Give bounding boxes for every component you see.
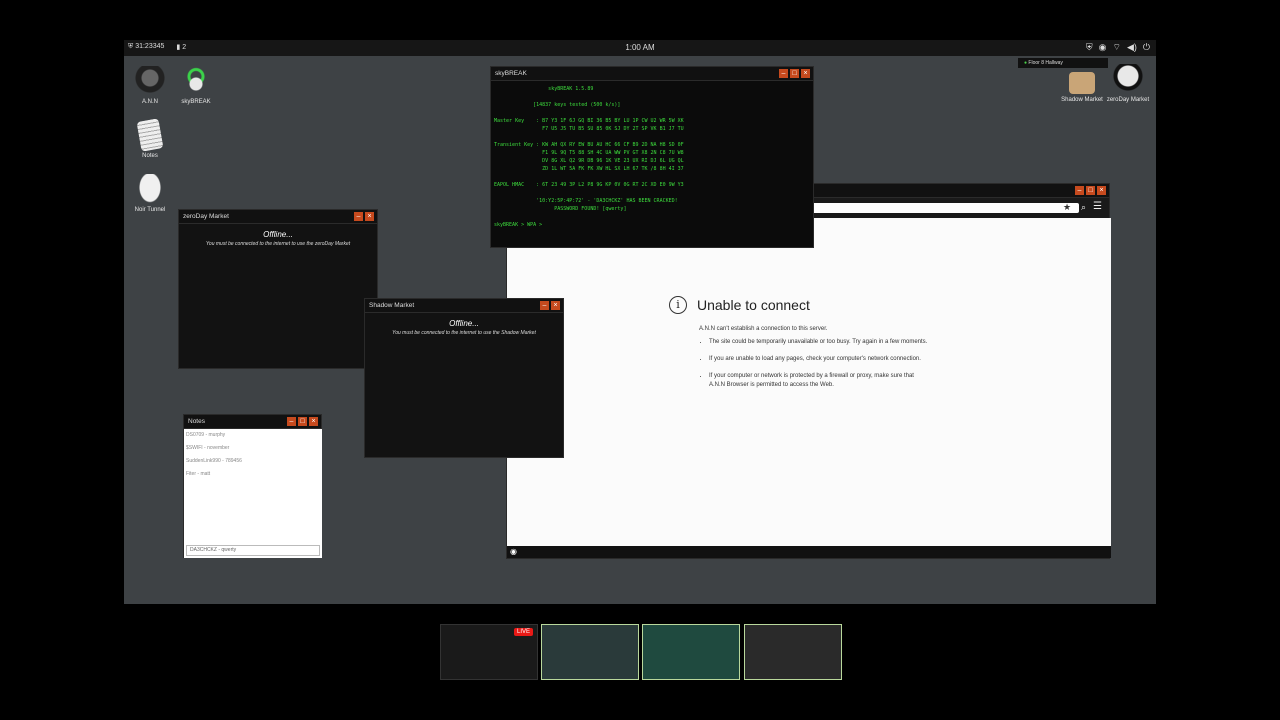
star-icon[interactable]: ★ [1063,202,1071,213]
skull-icon [1113,64,1143,94]
desktop-icon-skybreak[interactable]: skyBREAK [176,66,216,105]
volume-icon[interactable]: ◀) [1127,42,1137,53]
terminal-output[interactable]: skyBREAK 1.5.89 [14837 keys tested (500 … [491,81,813,233]
icon-label: A.N.N [141,99,158,105]
stream-thumb-webcam-2[interactable] [642,624,740,680]
window-title: skyBREAK [495,70,527,77]
icon-label: zeroDay Market [1106,97,1150,103]
stream-thumb-webcam-3[interactable] [744,624,842,680]
notepad-icon [136,118,164,152]
skybreak-window: skyBREAK – □ × skyBREAK 1.5.89 [14837 ke… [490,66,814,248]
icon-label: Noir Tunnel [134,207,166,213]
note-line: SuddenLink990 - 789456 [186,458,242,464]
hacker-icon [135,66,165,96]
game-screen: ⛨ 31:23345 ▮ 2 1:00 AM ⛨ ◉ ⌔ ◀) ⏻ ● Floo… [124,40,1156,604]
maximize-button[interactable]: □ [1086,186,1095,195]
window-title: Notes [188,418,205,425]
signal-icon[interactable]: ◉ [1099,42,1107,53]
stream-thumb-game[interactable]: LIVE [440,624,538,680]
desktop-icon-noir-tunnel[interactable]: Noir Tunnel [130,174,170,213]
minimize-button[interactable]: – [779,69,788,78]
notes-window: Notes – □ × DS0709 - murphy $SWIFI - nov… [183,414,322,558]
note-line: $SWIFI - november [186,445,230,451]
error-bullet: If you are unable to load any pages, che… [709,355,929,364]
icon-label: skyBREAK [181,99,211,105]
location-tag: ● Floor 8 Hallway [1018,58,1108,68]
offline-status: Offline... [263,230,293,239]
minimize-button[interactable]: – [1075,186,1084,195]
offline-message: You must be connected to the internet to… [392,330,536,336]
desktop-icon-shadow-market[interactable]: Shadow Market [1060,68,1104,103]
desktop-icon-ann[interactable]: A.N.N [130,66,170,105]
notes-body[interactable]: DS0709 - murphy $SWIFI - november Sudden… [184,429,322,558]
close-button[interactable]: × [801,69,810,78]
live-badge: LIVE [513,628,533,636]
mask-icon [138,174,162,204]
maximize-button[interactable]: □ [298,417,307,426]
clock: 1:00 AM [625,43,655,52]
close-button[interactable]: × [551,301,560,310]
note-line: Fiter - matt [186,471,211,477]
minimize-button[interactable]: – [287,417,296,426]
error-list: The site could be temporarily unavailabl… [699,338,929,390]
status-icon: ◉ [510,547,517,556]
window-titlebar[interactable]: Shadow Market – × [365,299,563,313]
error-bullet: If your computer or network is protected… [709,372,929,390]
power-icon[interactable]: ⏻ [1143,42,1150,53]
maximize-button[interactable]: □ [790,69,799,78]
desktop-icon-zeroday-market[interactable]: zeroDay Market [1106,64,1150,103]
box-icon [1069,72,1095,94]
window-titlebar[interactable]: skyBREAK – □ × [491,67,813,81]
offline-message: You must be connected to the internet to… [205,241,351,247]
stream-thumb-webcam-1[interactable] [541,624,639,680]
window-titlebar[interactable]: Notes – □ × [184,415,321,429]
window-title: zeroDay Market [183,213,229,220]
note-line: DS0709 - murphy [186,432,226,438]
wifi-icon[interactable]: ⌔ [1112,42,1120,53]
error-subtitle: A.N.N can't establish a connection to th… [699,326,828,332]
info-icon: i [669,296,687,314]
search-icon[interactable]: ⌕ [1081,202,1086,213]
icon-label: Shadow Market [1061,97,1103,103]
browser-content: i Unable to connect A.N.N can't establis… [507,218,1111,548]
icon-label: Notes [142,153,158,159]
error-bullet: The site could be temporarily unavailabl… [709,338,929,347]
zeroday-window: zeroDay Market – × Offline... You must b… [178,209,378,369]
wifi-lock-icon [181,66,211,96]
window-titlebar[interactable]: zeroDay Market – × [179,210,377,224]
browser-status-bar: ◉ [507,546,1111,558]
error-title: Unable to connect [697,297,810,313]
window-title: Shadow Market [369,302,415,309]
minimize-button[interactable]: – [540,301,549,310]
desktop-icon-notes[interactable]: Notes [130,118,170,159]
close-button[interactable]: × [365,212,374,221]
taskbar: ⛨ 31:23345 ▮ 2 1:00 AM ⛨ ◉ ⌔ ◀) ⏻ [124,40,1156,56]
shield-icon[interactable]: ⛨ [1086,42,1093,53]
location-text: Floor 8 Hallway [1028,60,1063,66]
offline-status: Offline... [449,319,479,328]
minimize-button[interactable]: – [354,212,363,221]
close-button[interactable]: × [309,417,318,426]
menu-icon[interactable]: ☰ [1093,201,1102,212]
error-panel: i Unable to connect A.N.N can't establis… [669,296,929,398]
note-input[interactable]: DA3CHCKZ - qwerty [186,545,320,556]
shadow-market-window: Shadow Market – × Offline... You must be… [364,298,564,458]
close-button[interactable]: × [1097,186,1106,195]
